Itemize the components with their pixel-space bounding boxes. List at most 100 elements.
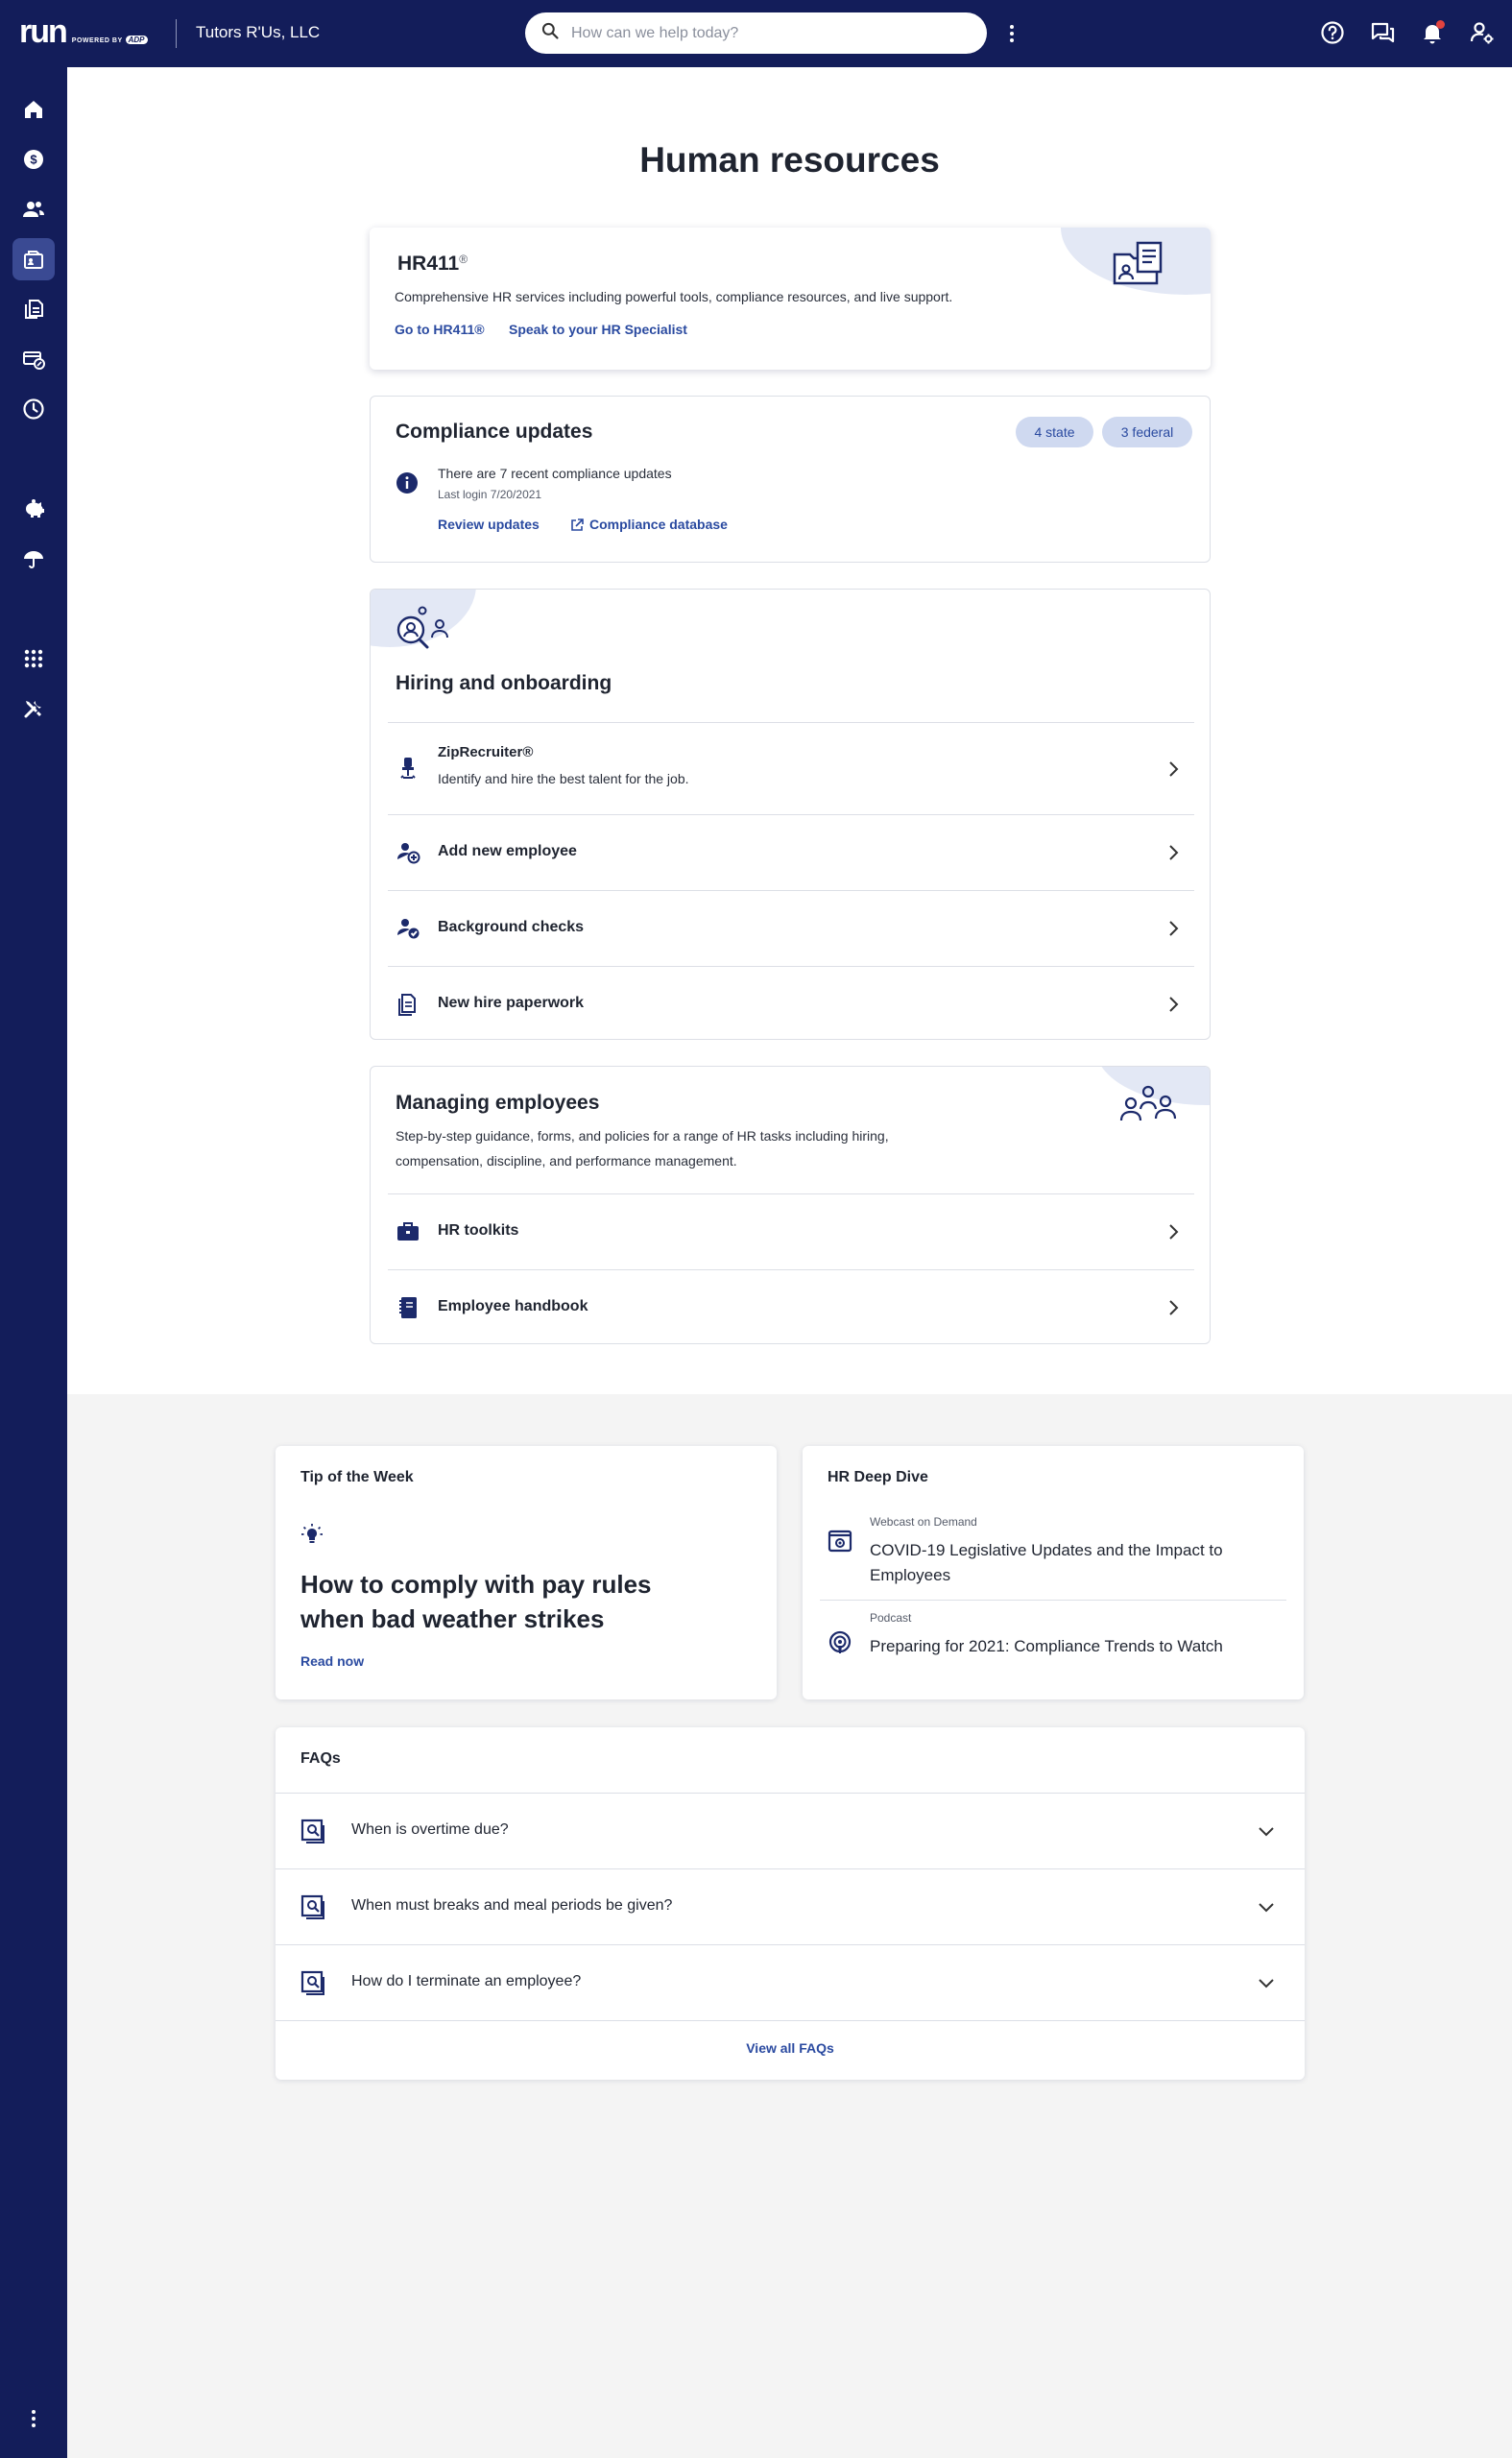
managing-description-line2: compensation, discipline, and performanc… — [396, 1153, 737, 1169]
logo-powered-by: POWERED BY — [71, 37, 123, 44]
team-illustration-icon — [1119, 1080, 1177, 1128]
sidebar-item-taxes[interactable] — [12, 338, 55, 380]
search-input[interactable] — [571, 24, 936, 42]
hr411-reg-mark: ® — [459, 253, 468, 266]
more-options-icon[interactable] — [1004, 21, 1020, 46]
retirement-icon — [26, 499, 44, 518]
sidebar-item-insurance[interactable] — [12, 538, 55, 580]
state-updates-pill[interactable]: 4 state — [1016, 417, 1093, 447]
sidebar-item-reports[interactable] — [12, 288, 55, 330]
chevron-right-icon — [1164, 843, 1183, 862]
sidebar-item-apps[interactable] — [12, 638, 55, 680]
compliance-message: There are 7 recent compliance updates — [438, 466, 672, 481]
user-settings-icon[interactable] — [1469, 19, 1496, 46]
payroll-icon: $ — [24, 150, 43, 169]
help-icon[interactable] — [1319, 19, 1346, 46]
info-icon — [396, 471, 419, 494]
briefcase-icon — [396, 1219, 420, 1244]
webcast-icon — [828, 1529, 852, 1554]
add-new-employee-title: Add new employee — [438, 843, 577, 859]
sidebar-more-icon[interactable] — [30, 2410, 37, 2431]
search-document-icon — [300, 1970, 325, 1995]
hr-toolkits-row[interactable]: HR toolkits — [388, 1193, 1194, 1269]
faq-question: How do I terminate an employee? — [351, 1973, 582, 1989]
faq-question: When must breaks and meal periods be giv… — [351, 1897, 673, 1914]
insurance-icon — [24, 551, 43, 568]
view-all-faqs-footer: View all FAQs — [276, 2020, 1305, 2080]
chevron-down-icon — [1257, 1973, 1276, 1992]
background-checks-title: Background checks — [438, 919, 585, 935]
tools-icon — [24, 701, 41, 718]
sidebar-item-retirement[interactable] — [12, 488, 55, 530]
deep-dive-label: HR Deep Dive — [828, 1469, 928, 1485]
sidebar-item-hr[interactable] — [12, 238, 55, 280]
faqs-panel: FAQs When is overtime due? When must bre… — [276, 1727, 1305, 2080]
ziprecruiter-title: ZipRecruiter® — [438, 744, 534, 760]
webcast-kind: Webcast on Demand — [870, 1515, 977, 1529]
hr411-title-text: HR411 — [397, 253, 460, 275]
ziprecruiter-subtitle: Identify and hire the best talent for th… — [438, 771, 689, 786]
people-icon — [23, 202, 44, 217]
person-check-icon — [396, 916, 420, 941]
chevron-right-icon — [1164, 1222, 1183, 1241]
tip-headline[interactable]: How to comply with pay rules when bad we… — [300, 1567, 652, 1636]
federal-updates-pill[interactable]: 3 federal — [1102, 417, 1192, 447]
add-new-employee-row[interactable]: Add new employee — [388, 814, 1194, 890]
hr-toolkits-title: HR toolkits — [438, 1222, 519, 1239]
document-icon — [396, 992, 420, 1017]
new-hire-paperwork-title: New hire paperwork — [438, 995, 585, 1011]
sidebar-item-payroll[interactable]: $ — [12, 138, 55, 181]
hr411-card: HR411® Comprehensive HR services includi… — [370, 228, 1211, 370]
new-hire-paperwork-row[interactable]: New hire paperwork — [388, 966, 1194, 1039]
webcast-title-line2: Employees — [870, 1566, 951, 1584]
compliance-database-link[interactable]: Compliance database — [589, 517, 728, 532]
go-to-hr411-link[interactable]: Go to HR411® — [395, 322, 485, 337]
background-checks-row[interactable]: Background checks — [388, 890, 1194, 966]
sidebar: $ — [0, 67, 67, 2458]
page-title: Human resources — [639, 140, 940, 180]
external-link-icon — [569, 518, 585, 533]
review-updates-link[interactable]: Review updates — [438, 517, 540, 532]
sidebar-item-people[interactable] — [12, 188, 55, 230]
run-logo[interactable]: run POWERED BY ADP — [19, 15, 148, 48]
ziprecruiter-row[interactable]: ZipRecruiter® Identify and hire the best… — [388, 722, 1194, 814]
hiring-title: Hiring and onboarding — [396, 672, 612, 694]
chevron-down-icon — [1257, 1897, 1276, 1916]
chevron-right-icon — [1164, 1298, 1183, 1317]
compliance-card: Compliance updates 4 state 3 federal The… — [370, 396, 1211, 563]
webcast-item[interactable]: Webcast on Demand COVID-19 Legislative U… — [803, 1507, 1304, 1603]
hr-icon — [24, 251, 43, 269]
company-name[interactable]: Tutors R'Us, LLC — [196, 23, 320, 42]
search-bar[interactable] — [525, 12, 987, 54]
faq-question: When is overtime due? — [351, 1821, 509, 1838]
faq-item[interactable]: When must breaks and meal periods be giv… — [276, 1868, 1305, 1944]
podcast-item[interactable]: Podcast Preparing for 2021: Compliance T… — [803, 1607, 1304, 1684]
compliance-title: Compliance updates — [396, 421, 593, 443]
tip-headline-line2: when bad weather strikes — [300, 1604, 605, 1633]
search-document-icon — [300, 1894, 325, 1919]
read-now-link[interactable]: Read now — [300, 1653, 364, 1669]
apps-icon — [24, 649, 43, 668]
faq-item[interactable]: When is overtime due? — [276, 1793, 1305, 1868]
podcast-icon — [828, 1630, 852, 1655]
tip-label: Tip of the Week — [300, 1469, 414, 1485]
sidebar-item-tools[interactable] — [12, 687, 55, 730]
tip-of-the-week-panel: Tip of the Week How to comply with pay r… — [276, 1446, 777, 1699]
chat-icon[interactable] — [1369, 19, 1396, 46]
taxes-icon — [23, 351, 45, 370]
sidebar-item-home[interactable] — [12, 88, 55, 131]
hiring-illustration-icon — [394, 605, 451, 653]
time-icon — [23, 398, 44, 420]
lightbulb-icon — [300, 1523, 324, 1546]
managing-title: Managing employees — [396, 1092, 600, 1114]
sidebar-item-time[interactable] — [12, 388, 55, 430]
managing-employees-card: Managing employees Step-by-step guidance… — [370, 1066, 1211, 1344]
faq-item[interactable]: How do I terminate an employee? — [276, 1944, 1305, 2020]
add-person-icon — [396, 840, 420, 865]
view-all-faqs-link[interactable]: View all FAQs — [746, 2040, 834, 2056]
hr-specialist-link[interactable]: Speak to your HR Specialist — [509, 322, 687, 337]
top-bar: run POWERED BY ADP Tutors R'Us, LLC — [0, 0, 1512, 67]
chair-icon — [396, 756, 420, 781]
bell-icon[interactable] — [1419, 19, 1446, 46]
employee-handbook-row[interactable]: Employee handbook — [388, 1269, 1194, 1343]
